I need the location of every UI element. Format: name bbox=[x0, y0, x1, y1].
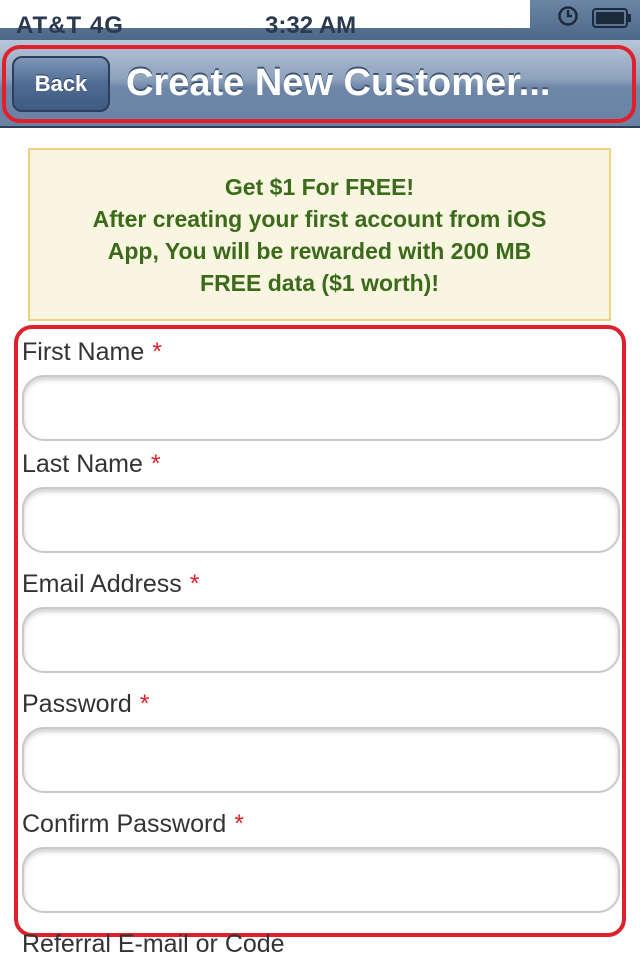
status-time: 3:32 AM bbox=[265, 12, 357, 39]
confirm-password-label-text: Confirm Password bbox=[22, 810, 227, 838]
referral-label: Referral E-mail or Code bbox=[22, 930, 285, 958]
promo-text-line: After creating your first account from i… bbox=[92, 205, 547, 232]
confirm-password-label: Confirm Password * bbox=[22, 810, 244, 839]
required-marker: * bbox=[150, 450, 161, 478]
last-name-label: Last Name * bbox=[22, 450, 161, 479]
clock-icon bbox=[558, 6, 578, 26]
required-marker: * bbox=[234, 810, 244, 838]
battery-icon bbox=[592, 8, 631, 28]
password-label-text: Password bbox=[22, 690, 132, 718]
last-name-label-text: Last Name bbox=[22, 450, 143, 478]
first-name-input[interactable] bbox=[22, 375, 620, 441]
last-name-input[interactable] bbox=[22, 487, 620, 553]
email-address-input[interactable] bbox=[22, 607, 620, 673]
promo-headline: Get $1 For FREE! bbox=[224, 173, 415, 200]
password-input[interactable] bbox=[22, 727, 620, 793]
email-address-label: Email Address * bbox=[22, 570, 200, 599]
nav-bar-highlight-box bbox=[2, 45, 636, 123]
required-marker: * bbox=[139, 690, 150, 718]
required-marker: * bbox=[152, 338, 162, 366]
required-marker: * bbox=[189, 570, 200, 598]
promo-banner: Get $1 For FREE! After creating your fir… bbox=[28, 148, 611, 321]
first-name-label-text: First Name bbox=[22, 338, 145, 366]
email-address-label-text: Email Address bbox=[22, 570, 182, 598]
first-name-label: First Name * bbox=[22, 338, 162, 367]
password-label: Password * bbox=[22, 690, 150, 719]
promo-text-line: App, You will be rewarded with 200 MB bbox=[107, 237, 532, 264]
status-bar: AT&T 4G 3:32 AM bbox=[0, 0, 640, 40]
promo-text-line: FREE data ($1 worth)! bbox=[200, 269, 439, 296]
status-bar-left-area: AT&T 4G 3:32 AM bbox=[0, 0, 530, 39]
carrier-label: AT&T 4G bbox=[16, 12, 124, 39]
confirm-password-input[interactable] bbox=[22, 847, 620, 913]
